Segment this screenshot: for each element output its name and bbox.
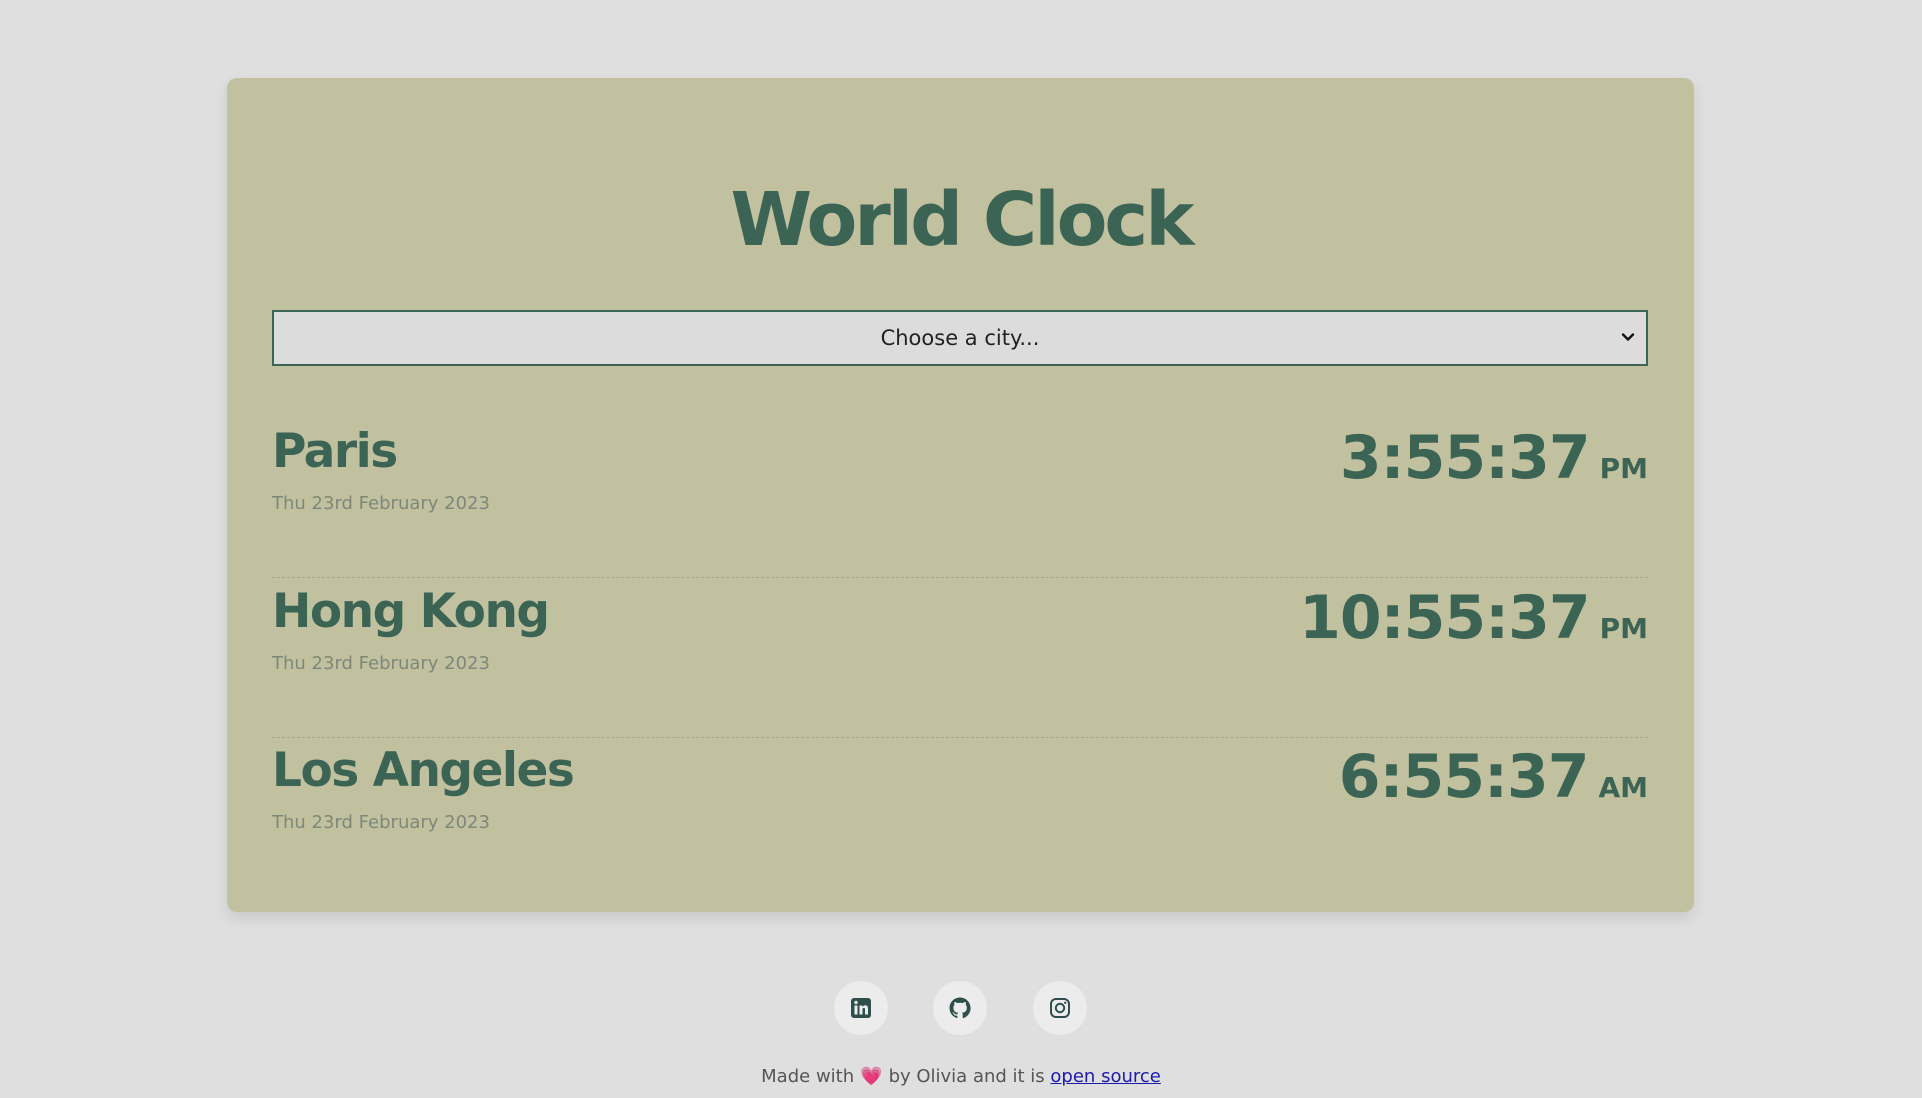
city-time: 3:55:37 PM (1340, 418, 1648, 498)
chevron-down-icon (1621, 333, 1635, 341)
city-row: Los Angeles Thu 23rd February 2023 6:55:… (272, 737, 1648, 897)
footer-made-with: Made with (761, 1066, 855, 1087)
city-select-value: Choose a city... (880, 326, 1040, 350)
city-time: 6:55:37 AM (1339, 737, 1648, 817)
instagram-link[interactable] (1033, 981, 1087, 1035)
city-row: Hong Kong Thu 23rd February 2023 10:55:3… (272, 578, 1648, 738)
time-value: 10:55:37 (1299, 583, 1590, 653)
github-icon (949, 997, 971, 1019)
time-ampm: AM (1598, 771, 1648, 804)
linkedin-icon (851, 998, 871, 1018)
city-select[interactable]: Choose a city... (272, 310, 1648, 366)
city-time: 10:55:37 PM (1299, 578, 1648, 658)
instagram-icon (1050, 998, 1070, 1018)
time-ampm: PM (1599, 612, 1648, 645)
city-date: Thu 23rd February 2023 (272, 812, 490, 833)
time-value: 6:55:37 (1338, 742, 1590, 812)
github-link[interactable] (933, 981, 987, 1035)
footer-by-text: by Olivia and it is (888, 1066, 1045, 1087)
city-name: Los Angeles (272, 743, 575, 798)
city-name: Paris (272, 424, 398, 479)
city-name: Hong Kong (272, 584, 550, 639)
heart-icon: 💗 (860, 1066, 883, 1087)
time-ampm: PM (1599, 452, 1648, 485)
footer: Made with 💗 by Olivia and it is open sourc… (0, 1064, 1922, 1090)
linkedin-link[interactable] (834, 981, 888, 1035)
city-date: Thu 23rd February 2023 (272, 493, 490, 514)
open-source-link[interactable]: open source (1050, 1066, 1160, 1087)
time-value: 3:55:37 (1339, 423, 1591, 493)
city-row: Paris Thu 23rd February 2023 3:55:37 PM (272, 418, 1648, 578)
page-title: World Clock (730, 177, 1194, 263)
city-date: Thu 23rd February 2023 (272, 653, 490, 674)
